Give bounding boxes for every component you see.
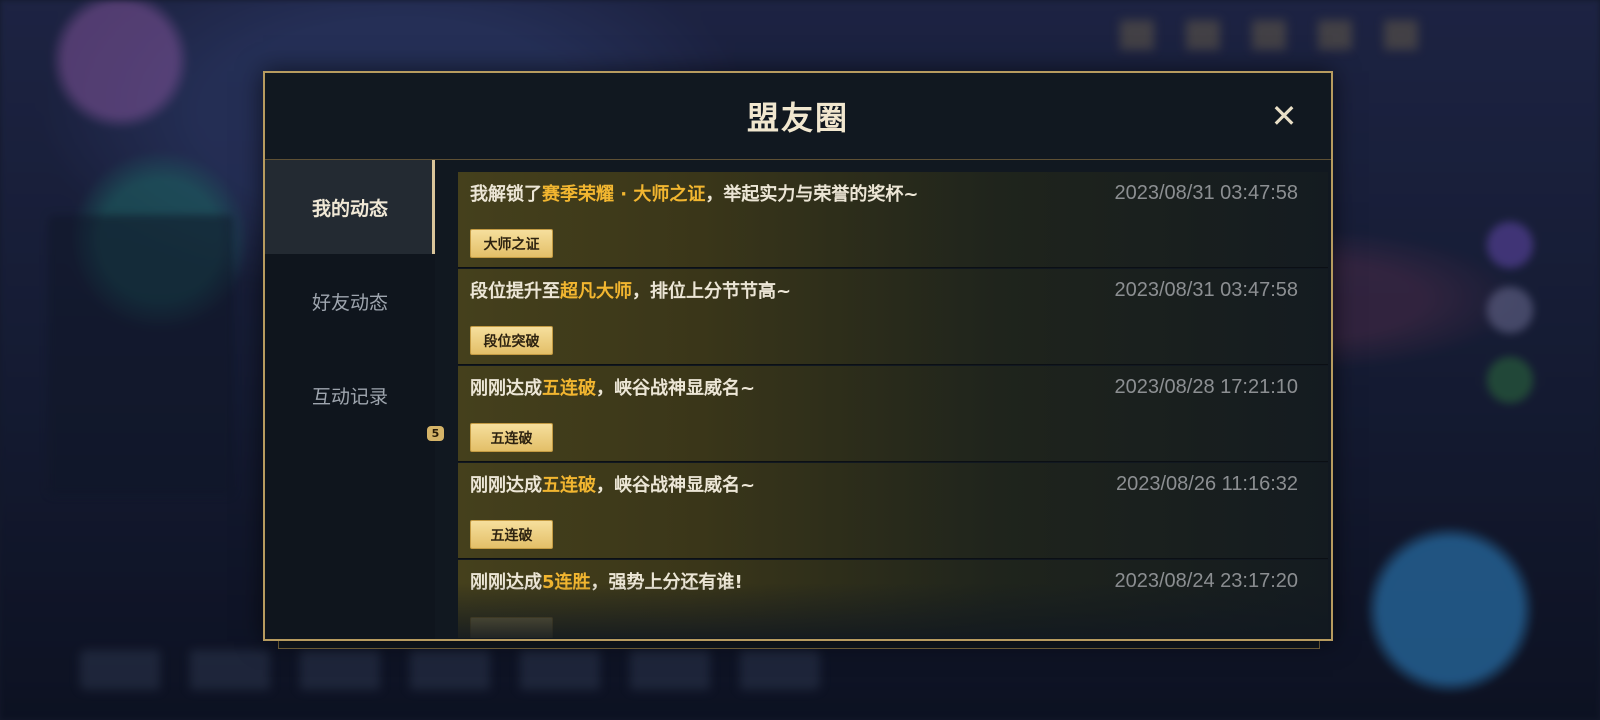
feed-item: 刚刚达成五连破，峡谷战神显威名~ 2023/08/26 11:16:32 五连破 bbox=[458, 463, 1328, 559]
ally-circle-dialog: 盟友圈 ✕ 我的动态 好友动态 互动记录 5 我解锁了赛季荣耀 · 大师之证，举… bbox=[263, 71, 1333, 641]
feed-item-time: 2023/08/31 03:47:58 bbox=[1114, 182, 1298, 204]
feed-item-text: 段位提升至超凡大师，排位上分节节高~ bbox=[470, 281, 792, 302]
feed-item-highlight: 五连破 bbox=[542, 378, 596, 399]
feed-item-time: 2023/08/28 17:21:10 bbox=[1114, 376, 1298, 398]
feed-item-text: 我解锁了赛季荣耀 · 大师之证，举起实力与荣誉的奖杯~ bbox=[470, 184, 919, 205]
feed-item: 段位提升至超凡大师，排位上分节节高~ 2023/08/31 03:47:58 段… bbox=[458, 269, 1328, 365]
tab-label: 好友动态 bbox=[311, 291, 388, 314]
tab-my-activity[interactable]: 我的动态 bbox=[265, 160, 435, 254]
feed-item: 我解锁了赛季荣耀 · 大师之证，举起实力与荣誉的奖杯~ 2023/08/31 0… bbox=[458, 172, 1328, 268]
achievement-tag: 五连破 bbox=[470, 520, 553, 549]
feed-item-text: 刚刚达成5连胜，强势上分还有谁! bbox=[470, 572, 743, 593]
feed-item-time: 2023/08/24 23:17:20 bbox=[1114, 570, 1298, 592]
feed-item-highlight: 5连胜 bbox=[542, 572, 591, 593]
achievement-tag: 五连破 bbox=[470, 423, 553, 452]
feed-item: 刚刚达成五连破，峡谷战神显威名~ 2023/08/28 17:21:10 五连破 bbox=[458, 366, 1328, 462]
feed-item: 刚刚达成5连胜，强势上分还有谁! 2023/08/24 23:17:20 bbox=[458, 560, 1328, 638]
feed-item-text: 刚刚达成五连破，峡谷战神显威名~ bbox=[470, 475, 756, 496]
tab-friend-activity[interactable]: 好友动态 bbox=[265, 254, 435, 348]
feed-item-text: 刚刚达成五连破，峡谷战神显威名~ bbox=[470, 378, 756, 399]
tab-interaction-log[interactable]: 互动记录 bbox=[265, 348, 435, 442]
achievement-tag bbox=[470, 617, 553, 638]
feed-item-time: 2023/08/26 11:16:32 bbox=[1115, 473, 1298, 495]
tab-label: 我的动态 bbox=[311, 197, 388, 220]
close-button[interactable]: ✕ bbox=[1267, 99, 1301, 133]
feed-item-highlight: 赛季荣耀 · 大师之证 bbox=[542, 184, 706, 205]
dialog-foot-trim bbox=[278, 640, 1320, 649]
tab-label: 互动记录 bbox=[311, 385, 388, 408]
close-icon: ✕ bbox=[1270, 97, 1298, 135]
dialog-title: 盟友圈 bbox=[746, 99, 849, 137]
notification-badge: 5 bbox=[427, 426, 444, 441]
feed-item-time: 2023/08/31 03:47:58 bbox=[1114, 279, 1298, 301]
feed-item-highlight: 超凡大师 bbox=[560, 281, 632, 302]
achievement-tag: 段位突破 bbox=[470, 326, 553, 355]
activity-feed[interactable]: 我解锁了赛季荣耀 · 大师之证，举起实力与荣誉的奖杯~ 2023/08/31 0… bbox=[458, 172, 1328, 638]
sidebar: 我的动态 好友动态 互动记录 5 bbox=[265, 160, 444, 639]
dialog-header: 盟友圈 ✕ bbox=[265, 73, 1331, 160]
achievement-tag: 大师之证 bbox=[470, 229, 553, 258]
feed-item-highlight: 五连破 bbox=[542, 475, 596, 496]
